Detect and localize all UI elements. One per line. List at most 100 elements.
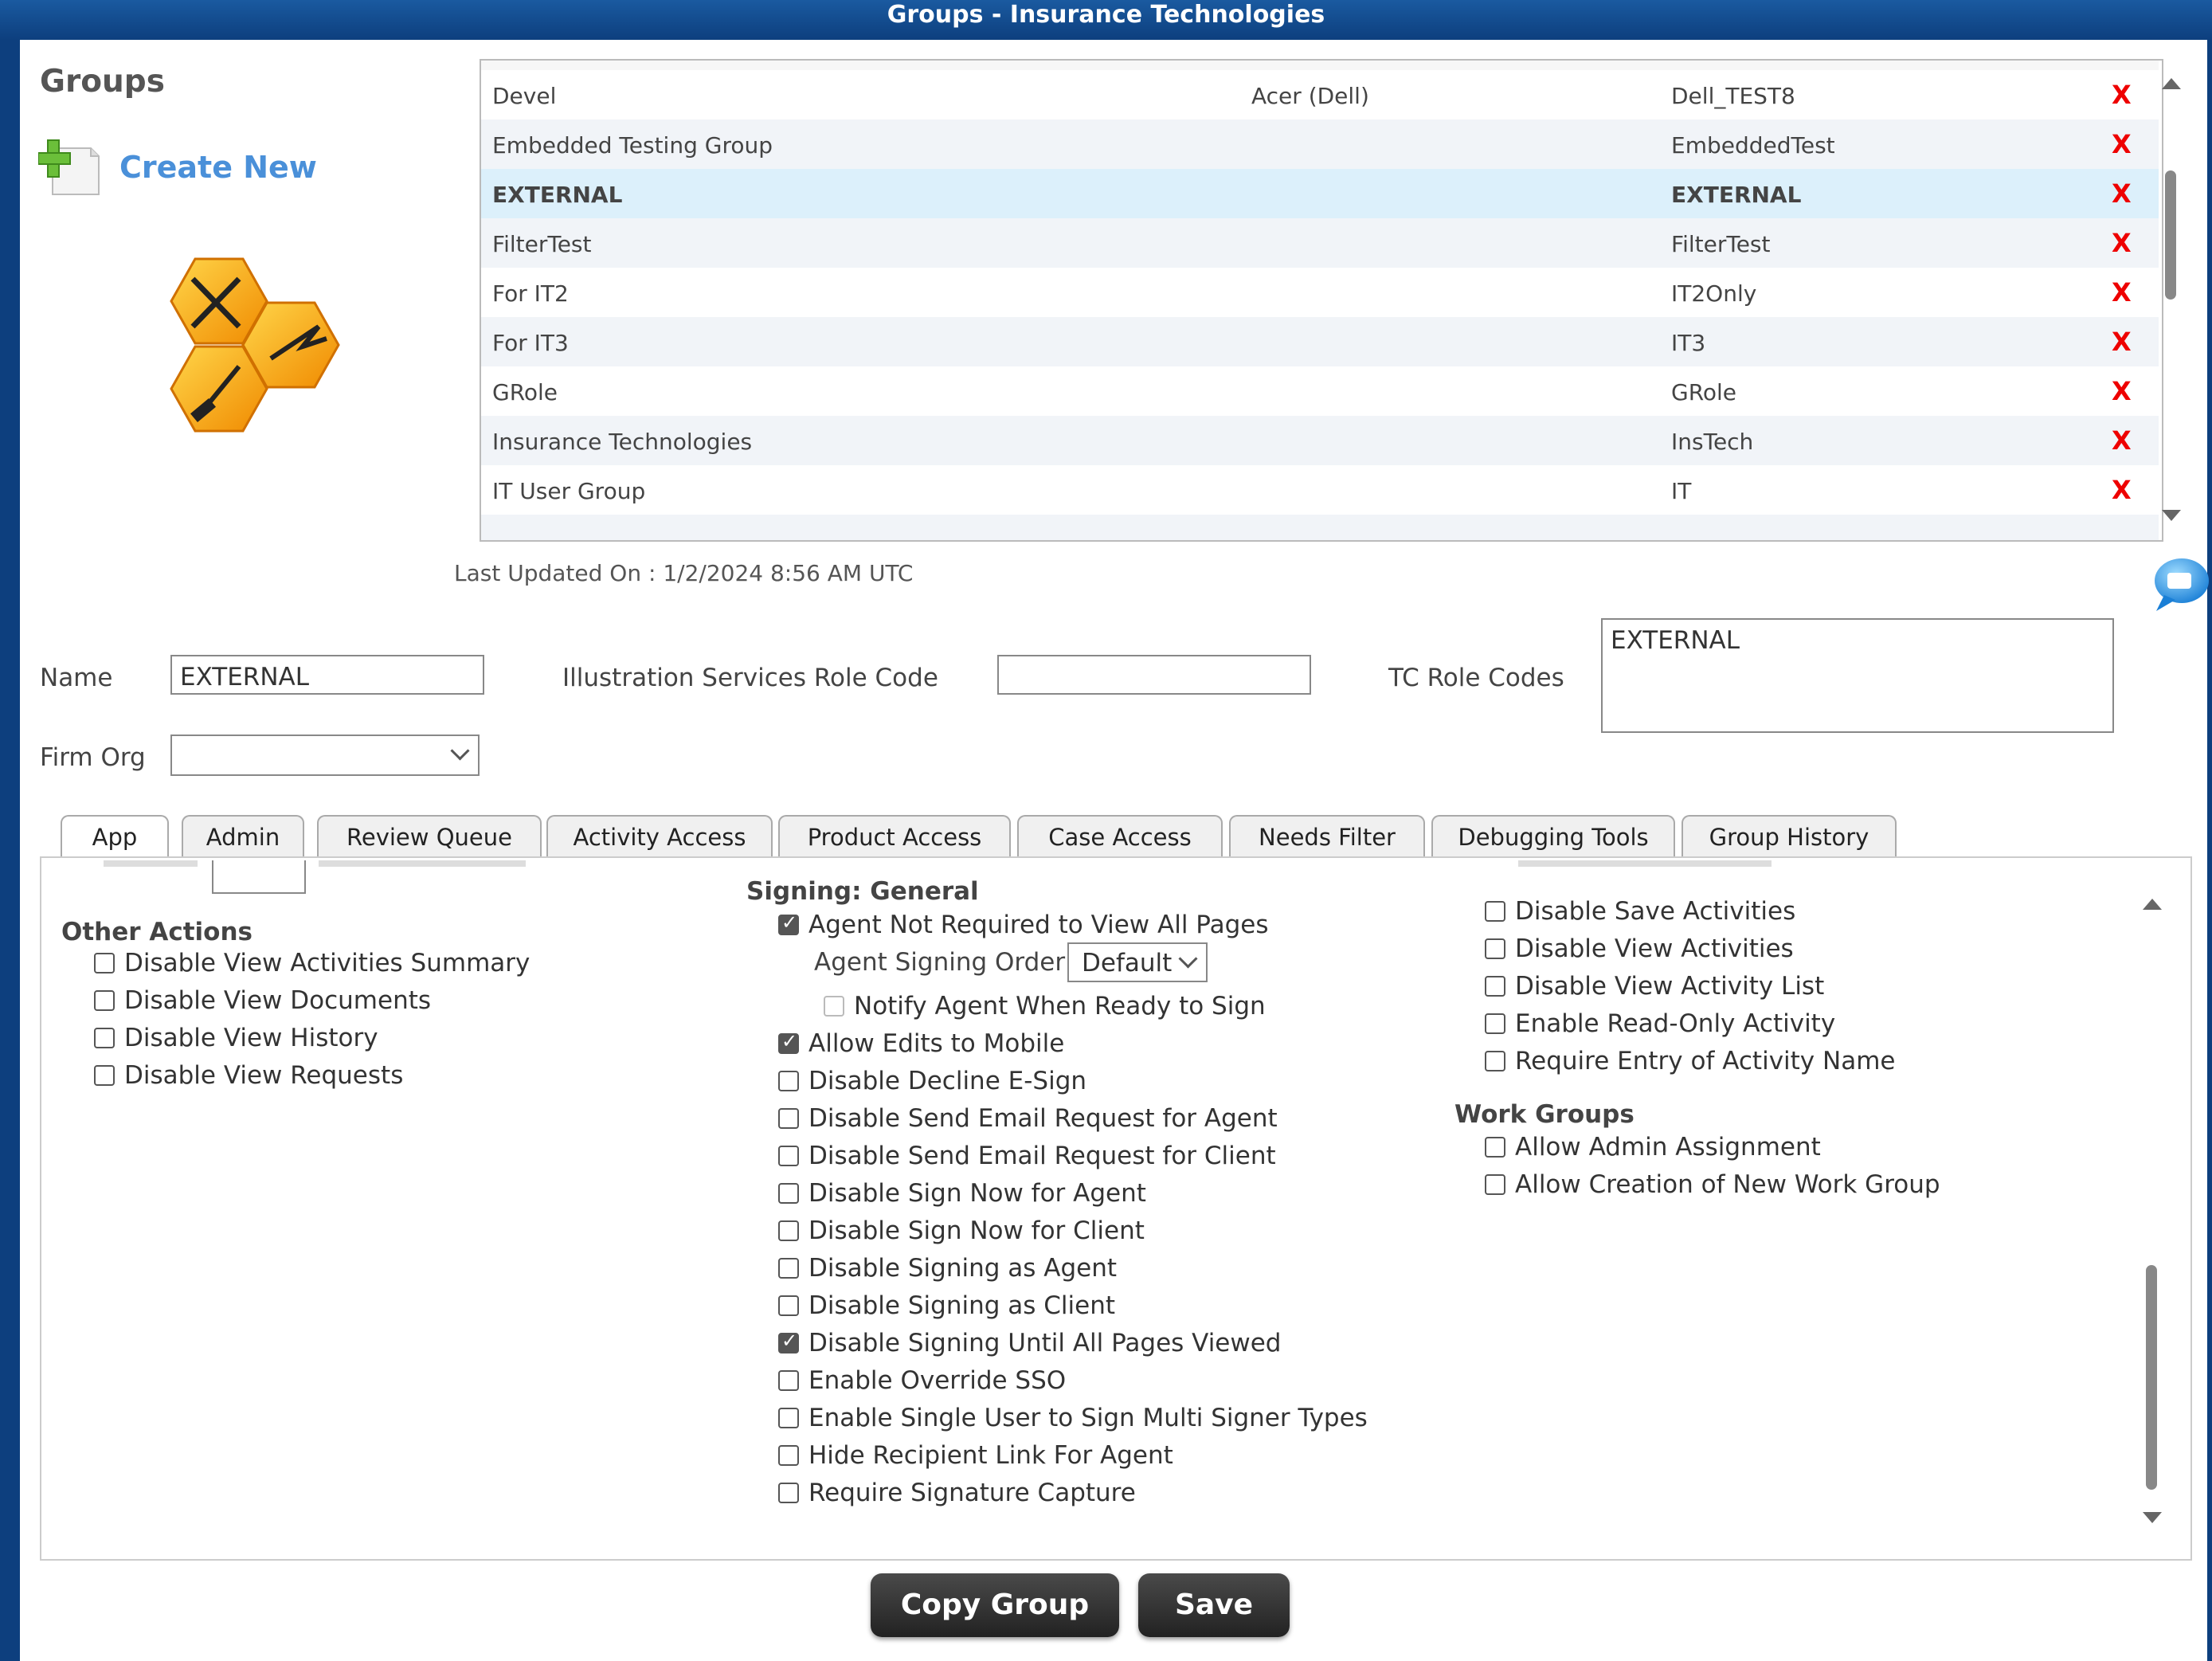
scroll-up-arrow-icon[interactable]: [2143, 899, 2162, 910]
checkbox[interactable]: [1485, 901, 1505, 922]
tab-activity-access[interactable]: Activity Access: [546, 815, 773, 856]
checkbox[interactable]: [778, 1108, 799, 1129]
delete-icon[interactable]: X: [2112, 376, 2132, 406]
table-row[interactable]: For IT2 IT2Only X: [481, 268, 2159, 317]
checkbox-row[interactable]: Disable Send Email Request for Client: [778, 1142, 1276, 1170]
table-row[interactable]: FilterTest FilterTest X: [481, 218, 2159, 268]
checkbox-row[interactable]: Disable View Requests: [94, 1061, 403, 1090]
delete-icon[interactable]: X: [2112, 475, 2132, 505]
checkbox-row[interactable]: Disable Sign Now for Client: [778, 1216, 1145, 1245]
checkbox[interactable]: [1485, 1013, 1505, 1034]
checkbox-label: Require Entry of Activity Name: [1515, 1047, 1896, 1075]
groups-list-scrollbar[interactable]: [2154, 59, 2189, 539]
checkbox[interactable]: [94, 1028, 115, 1048]
checkbox[interactable]: [778, 1295, 799, 1316]
checkbox-row[interactable]: Hide Recipient Link For Agent: [778, 1441, 1173, 1470]
checkbox-row[interactable]: Agent Not Required to View All Pages: [778, 911, 1268, 939]
checkbox[interactable]: [778, 1258, 799, 1279]
checkbox-checked[interactable]: [778, 1030, 799, 1054]
delete-icon[interactable]: X: [2112, 129, 2132, 159]
save-button[interactable]: Save: [1138, 1573, 1290, 1637]
table-row[interactable]: For IT3 IT3 X: [481, 317, 2159, 366]
checkbox[interactable]: [94, 953, 115, 973]
chat-bubble-icon[interactable]: [2147, 554, 2210, 617]
tc-role-codes-textarea[interactable]: EXTERNAL: [1601, 618, 2114, 733]
checkbox-row[interactable]: Allow Edits to Mobile: [778, 1029, 1064, 1058]
checkbox-row[interactable]: Disable Send Email Request for Agent: [778, 1104, 1278, 1133]
checkbox-row[interactable]: Disable Save Activities: [1485, 897, 1795, 926]
table-row[interactable]: IT User Group IT X: [481, 465, 2159, 515]
scroll-down-arrow-icon[interactable]: [2143, 1512, 2162, 1523]
checkbox[interactable]: [1485, 1051, 1505, 1071]
tab-case-access[interactable]: Case Access: [1017, 815, 1223, 856]
table-row-selected[interactable]: EXTERNAL EXTERNAL X: [481, 169, 2159, 218]
checkbox[interactable]: [778, 1483, 799, 1503]
scrollbar-thumb[interactable]: [2165, 170, 2176, 300]
checkbox[interactable]: [778, 1408, 799, 1428]
group-org-cell: Acer (Dell): [1251, 83, 1369, 109]
tab-admin[interactable]: Admin: [182, 815, 304, 856]
checkbox[interactable]: [1485, 976, 1505, 997]
checkbox-row[interactable]: Enable Read-Only Activity: [1485, 1009, 1835, 1038]
delete-icon[interactable]: X: [2112, 80, 2132, 110]
checkbox-checked[interactable]: [778, 911, 799, 935]
delete-icon[interactable]: X: [2112, 277, 2132, 308]
table-row[interactable]: GRole GRole X: [481, 366, 2159, 416]
checkbox-row[interactable]: Disable Signing as Agent: [778, 1254, 1117, 1283]
tab-app[interactable]: App: [61, 815, 169, 860]
checkbox[interactable]: [94, 990, 115, 1011]
illustration-role-code-input[interactable]: [997, 655, 1311, 695]
delete-icon[interactable]: X: [2112, 327, 2132, 357]
chevron-down-icon: [450, 741, 470, 761]
tab-debugging-tools[interactable]: Debugging Tools: [1431, 815, 1675, 856]
agent-signing-order-select[interactable]: Default: [1067, 942, 1208, 982]
checkbox-row[interactable]: Disable Decline E-Sign: [778, 1067, 1086, 1095]
checkbox[interactable]: [778, 1146, 799, 1166]
checkbox-row[interactable]: Disable Signing as Client: [778, 1291, 1115, 1320]
scrollbar-thumb[interactable]: [2146, 1265, 2157, 1490]
checkbox[interactable]: [1485, 1137, 1505, 1158]
panel-scrollbar[interactable]: [2133, 868, 2173, 1538]
checkbox-row[interactable]: Enable Override SSO: [778, 1366, 1066, 1395]
delete-icon[interactable]: X: [2112, 228, 2132, 258]
checkbox-row[interactable]: Enable Single User to Sign Multi Signer …: [778, 1404, 1368, 1432]
checkbox[interactable]: [778, 1071, 799, 1091]
checkbox-disabled[interactable]: [824, 996, 844, 1017]
tab-group-history[interactable]: Group History: [1682, 815, 1897, 856]
table-row[interactable]: Devel Acer (Dell) Dell_TEST8 X: [481, 70, 2159, 119]
checkbox-row[interactable]: Disable View History: [94, 1024, 378, 1052]
checkbox-checked[interactable]: [778, 1330, 799, 1353]
table-row[interactable]: Insurance Technologies InsTech X: [481, 416, 2159, 465]
checkbox-row[interactable]: Disable View Documents: [94, 986, 431, 1015]
delete-icon[interactable]: X: [2112, 425, 2132, 456]
checkbox[interactable]: [778, 1183, 799, 1204]
checkbox-row-disabled[interactable]: Notify Agent When Ready to Sign: [824, 992, 1266, 1020]
name-input[interactable]: EXTERNAL: [170, 655, 484, 695]
checkbox[interactable]: [1485, 938, 1505, 959]
checkbox-row[interactable]: Disable View Activity List: [1485, 972, 1824, 1001]
checkbox-row[interactable]: Allow Creation of New Work Group: [1485, 1170, 1940, 1199]
tab-product-access[interactable]: Product Access: [778, 815, 1011, 856]
checkbox-row[interactable]: Disable Signing Until All Pages Viewed: [778, 1329, 1281, 1357]
checkbox[interactable]: [778, 1220, 799, 1241]
checkbox-row[interactable]: Disable View Activities Summary: [94, 949, 530, 977]
checkbox-row[interactable]: Require Entry of Activity Name: [1485, 1047, 1895, 1075]
checkbox[interactable]: [1485, 1174, 1505, 1195]
checkbox-row[interactable]: Allow Admin Assignment: [1485, 1133, 1821, 1162]
checkbox-row[interactable]: Require Signature Capture: [778, 1479, 1136, 1507]
table-row[interactable]: Embedded Testing Group EmbeddedTest X: [481, 119, 2159, 169]
firm-org-select[interactable]: [170, 735, 480, 776]
checkbox[interactable]: [778, 1370, 799, 1391]
scroll-up-arrow-icon[interactable]: [2162, 78, 2181, 89]
checkbox-row[interactable]: Disable Sign Now for Agent: [778, 1179, 1146, 1208]
checkbox[interactable]: [778, 1445, 799, 1466]
create-new-button[interactable]: Create New: [37, 137, 317, 198]
checkbox[interactable]: [94, 1065, 115, 1086]
tab-review-queue[interactable]: Review Queue: [317, 815, 542, 856]
scroll-down-arrow-icon[interactable]: [2162, 510, 2181, 521]
copy-group-button[interactable]: Copy Group: [871, 1573, 1119, 1637]
tab-needs-filter[interactable]: Needs Filter: [1229, 815, 1425, 856]
delete-icon[interactable]: X: [2112, 178, 2132, 209]
checkbox-row[interactable]: Disable View Activities: [1485, 934, 1794, 963]
timeout-input-partial[interactable]: [212, 860, 306, 894]
